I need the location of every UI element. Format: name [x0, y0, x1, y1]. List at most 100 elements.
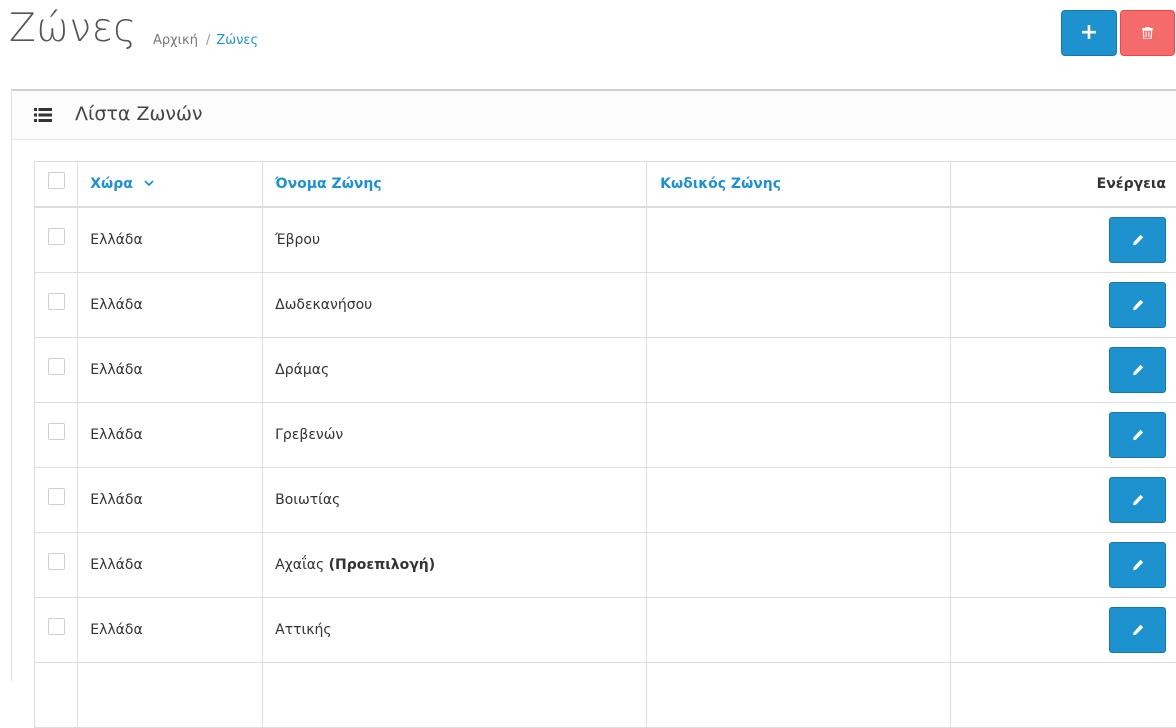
- row-country: Ελλάδα: [78, 533, 263, 598]
- pencil-icon: [1132, 364, 1144, 376]
- row-action-cell: [950, 338, 1176, 403]
- row-zone-code: [647, 403, 951, 468]
- row-select-cell: [35, 533, 78, 598]
- row-zone-name: Αττικής: [275, 622, 332, 638]
- row-action-cell: [950, 468, 1176, 533]
- pencil-icon: [1132, 494, 1144, 506]
- pencil-icon: [1132, 624, 1144, 636]
- row-select-cell: [35, 598, 78, 663]
- panel-heading: Λίστα Ζωνών: [12, 91, 1176, 140]
- pencil-icon: [1132, 559, 1144, 571]
- panel-title: Λίστα Ζωνών: [75, 103, 203, 125]
- table-row: Ελλάδα Αττικής: [35, 598, 1176, 663]
- table-row: Ελλάδα Έβρου: [35, 207, 1176, 273]
- table-row: [35, 663, 1176, 728]
- row-zone-name: Βοιωτίας: [275, 492, 340, 508]
- default-tag: (Προεπιλογή): [329, 557, 435, 573]
- breadcrumb-home-link[interactable]: Αρχική: [153, 33, 198, 48]
- column-header-action: Ενέργεια: [950, 162, 1176, 208]
- zones-panel: Λίστα Ζωνών Χώρα Όνομα Ζώνης: [11, 89, 1176, 681]
- row-zone-name-cell: Δράμας: [263, 338, 647, 403]
- column-country-label: Χώρα: [90, 176, 133, 192]
- row-select-cell: [35, 663, 78, 728]
- row-action-cell: [950, 207, 1176, 273]
- row-zone-code: [647, 533, 951, 598]
- row-select-cell: [35, 207, 78, 273]
- table-row: Ελλάδα Βοιωτίας: [35, 468, 1176, 533]
- select-all-checkbox[interactable]: [48, 172, 65, 189]
- row-zone-code: [647, 273, 951, 338]
- row-checkbox[interactable]: [48, 228, 65, 245]
- breadcrumb: Αρχική / Ζώνες: [153, 33, 258, 48]
- row-checkbox[interactable]: [48, 488, 65, 505]
- row-zone-name-cell: Αττικής: [263, 598, 647, 663]
- row-action-cell: [950, 663, 1176, 728]
- row-select-cell: [35, 403, 78, 468]
- page-header: Ζώνες Αρχική / Ζώνες +: [0, 0, 1176, 80]
- row-zone-code: [647, 338, 951, 403]
- row-zone-name-cell: Γρεβενών: [263, 403, 647, 468]
- row-select-cell: [35, 273, 78, 338]
- row-action-cell: [950, 403, 1176, 468]
- breadcrumb-zones-link[interactable]: Ζώνες: [216, 33, 258, 48]
- row-action-cell: [950, 273, 1176, 338]
- row-zone-code: [647, 663, 951, 728]
- row-zone-code: [647, 207, 951, 273]
- edit-zone-button[interactable]: [1109, 542, 1166, 588]
- edit-zone-button[interactable]: [1109, 282, 1166, 328]
- edit-zone-button[interactable]: [1109, 412, 1166, 458]
- row-zone-name-cell: Έβρου: [263, 207, 647, 273]
- pencil-icon: [1132, 299, 1144, 311]
- row-checkbox[interactable]: [48, 618, 65, 635]
- table-row: Ελλάδα Γρεβενών: [35, 403, 1176, 468]
- row-country: Ελλάδα: [78, 338, 263, 403]
- zones-table: Χώρα Όνομα Ζώνης Κωδικός Ζώνης Ενέργεια …: [34, 161, 1176, 728]
- row-country: Ελλάδα: [78, 468, 263, 533]
- delete-zones-button[interactable]: [1120, 10, 1175, 56]
- row-zone-name: Γρεβενών: [275, 427, 343, 443]
- row-country: [78, 663, 263, 728]
- row-zone-name-cell: [263, 663, 647, 728]
- row-checkbox[interactable]: [48, 553, 65, 570]
- row-country: Ελλάδα: [78, 273, 263, 338]
- add-zone-button[interactable]: +: [1061, 10, 1117, 56]
- pencil-icon: [1132, 429, 1144, 441]
- row-zone-code: [647, 468, 951, 533]
- edit-zone-button[interactable]: [1109, 607, 1166, 653]
- select-all-cell: [35, 162, 78, 208]
- plus-icon: +: [1080, 22, 1098, 44]
- row-zone-name: Δράμας: [275, 362, 329, 378]
- row-checkbox[interactable]: [48, 423, 65, 440]
- row-action-cell: [950, 533, 1176, 598]
- table-row: Ελλάδα Δράμας: [35, 338, 1176, 403]
- row-zone-name: Έβρου: [275, 232, 320, 248]
- row-country: Ελλάδα: [78, 207, 263, 273]
- row-checkbox[interactable]: [48, 358, 65, 375]
- sort-by-zone-code-link[interactable]: Κωδικός Ζώνης: [660, 176, 781, 192]
- table-header-row: Χώρα Όνομα Ζώνης Κωδικός Ζώνης Ενέργεια: [35, 162, 1176, 208]
- row-zone-name-cell: Βοιωτίας: [263, 468, 647, 533]
- row-zone-code: [647, 598, 951, 663]
- trash-icon: [1142, 27, 1153, 39]
- list-icon: [34, 108, 52, 122]
- row-select-cell: [35, 338, 78, 403]
- sort-by-zone-name-link[interactable]: Όνομα Ζώνης: [275, 176, 382, 192]
- row-zone-name-cell: Δωδεκανήσου: [263, 273, 647, 338]
- edit-zone-button[interactable]: [1109, 347, 1166, 393]
- edit-zone-button[interactable]: [1109, 477, 1166, 523]
- sort-by-country-link[interactable]: Χώρα: [90, 176, 153, 192]
- breadcrumb-separator: /: [206, 33, 210, 48]
- row-country: Ελλάδα: [78, 598, 263, 663]
- row-zone-name: Αχαΐας: [275, 557, 324, 573]
- row-select-cell: [35, 468, 78, 533]
- row-action-cell: [950, 598, 1176, 663]
- column-header-country: Χώρα: [78, 162, 263, 208]
- pencil-icon: [1132, 234, 1144, 246]
- chevron-down-icon: [144, 180, 154, 187]
- page-title: Ζώνες: [9, 9, 137, 48]
- edit-zone-button[interactable]: [1109, 217, 1166, 263]
- table-row: ΕλλάδαΔωδεκανήσου: [35, 273, 1176, 338]
- row-checkbox[interactable]: [48, 293, 65, 310]
- column-header-zone-name: Όνομα Ζώνης: [263, 162, 647, 208]
- row-country: Ελλάδα: [78, 403, 263, 468]
